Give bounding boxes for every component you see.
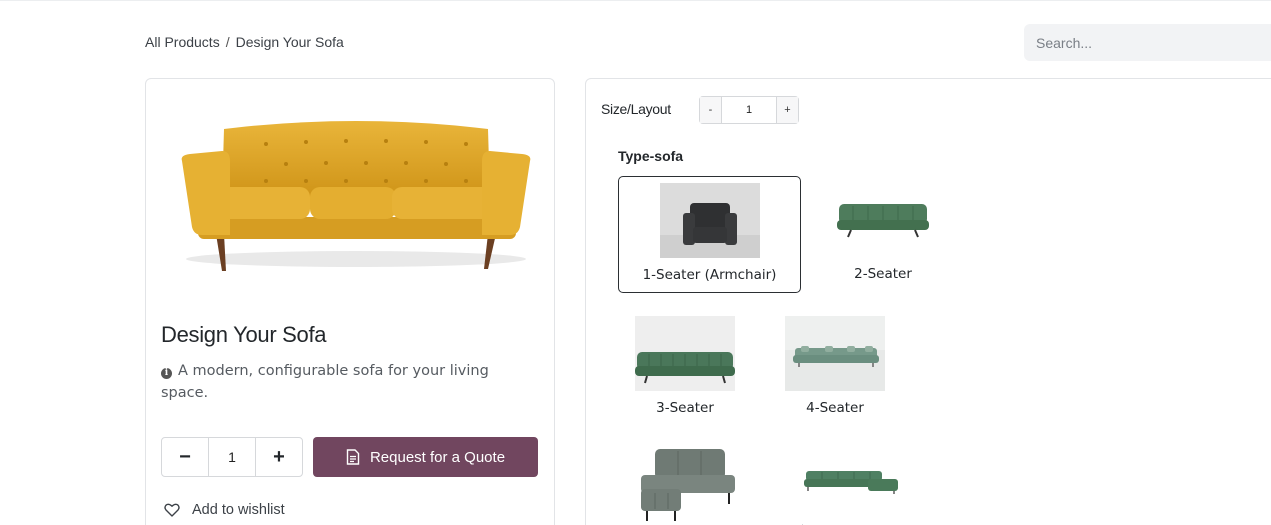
request-quote-label: Request for a Quote (369, 448, 506, 466)
4-seater-thumbnail (785, 316, 885, 391)
product-card: Design Your Sofa iA modern, configurable… (145, 78, 555, 525)
l-shape-green-thumbnail (800, 449, 900, 524)
sectional-grey-thumbnail (635, 449, 735, 524)
size-increase-button[interactable]: + (777, 97, 798, 123)
option-1-seater[interactable]: 1-Seater (Armchair) (618, 176, 801, 293)
option-label: 4-Seater (806, 400, 864, 416)
option-4-seater[interactable]: 4-Seater (785, 316, 885, 416)
product-title: Design Your Sofa (161, 322, 327, 347)
configurator-card: Size/Layout - 1 + Type-sofa 1-Seater (Ar… (585, 78, 1271, 525)
type-sofa-heading: Type-sofa (618, 148, 684, 164)
product-description: iA modern, configurable sofa for your li… (161, 360, 521, 404)
option-label: 3-Seater (656, 400, 714, 416)
option-sectional-sofa[interactable] (635, 449, 735, 525)
2-seater-thumbnail (833, 182, 933, 257)
increase-quantity-button[interactable]: + (256, 438, 302, 476)
option-label: 1-Seater (Armchair) (642, 267, 777, 283)
request-quote-button[interactable]: Request for a Quote (313, 437, 538, 477)
option-l-shape-sofa[interactable] (800, 449, 900, 525)
3-seater-thumbnail (635, 316, 735, 391)
add-to-wishlist-link[interactable]: Add to wishlist (164, 502, 285, 518)
size-decrease-button[interactable]: - (700, 97, 721, 123)
info-icon: i (161, 368, 172, 379)
size-value[interactable]: 1 (721, 97, 777, 123)
wishlist-label: Add to wishlist (192, 502, 285, 518)
product-description-text: A modern, configurable sofa for your liv… (161, 363, 489, 401)
search-input[interactable] (1024, 24, 1271, 61)
product-image-yellow-sofa (181, 121, 531, 271)
size-layout-label: Size/Layout (601, 101, 671, 117)
breadcrumb-current: Design Your Sofa (235, 34, 344, 50)
breadcrumb: All Products / Design Your Sofa (145, 34, 344, 50)
option-3-seater[interactable]: 3-Seater (635, 316, 735, 416)
quantity-value[interactable]: 1 (208, 438, 256, 476)
document-icon (346, 449, 360, 465)
quantity-stepper: − 1 + (161, 437, 303, 477)
option-label: 2-Seater (854, 266, 912, 282)
top-divider (0, 0, 1271, 1)
option-2-seater[interactable]: 2-Seater (833, 182, 933, 282)
breadcrumb-link-all-products[interactable]: All Products (145, 34, 220, 50)
breadcrumb-separator: / (225, 34, 230, 50)
size-layout-stepper: - 1 + (699, 96, 799, 124)
armchair-thumbnail (659, 183, 760, 258)
heart-icon (164, 503, 180, 517)
decrease-quantity-button[interactable]: − (162, 438, 208, 476)
